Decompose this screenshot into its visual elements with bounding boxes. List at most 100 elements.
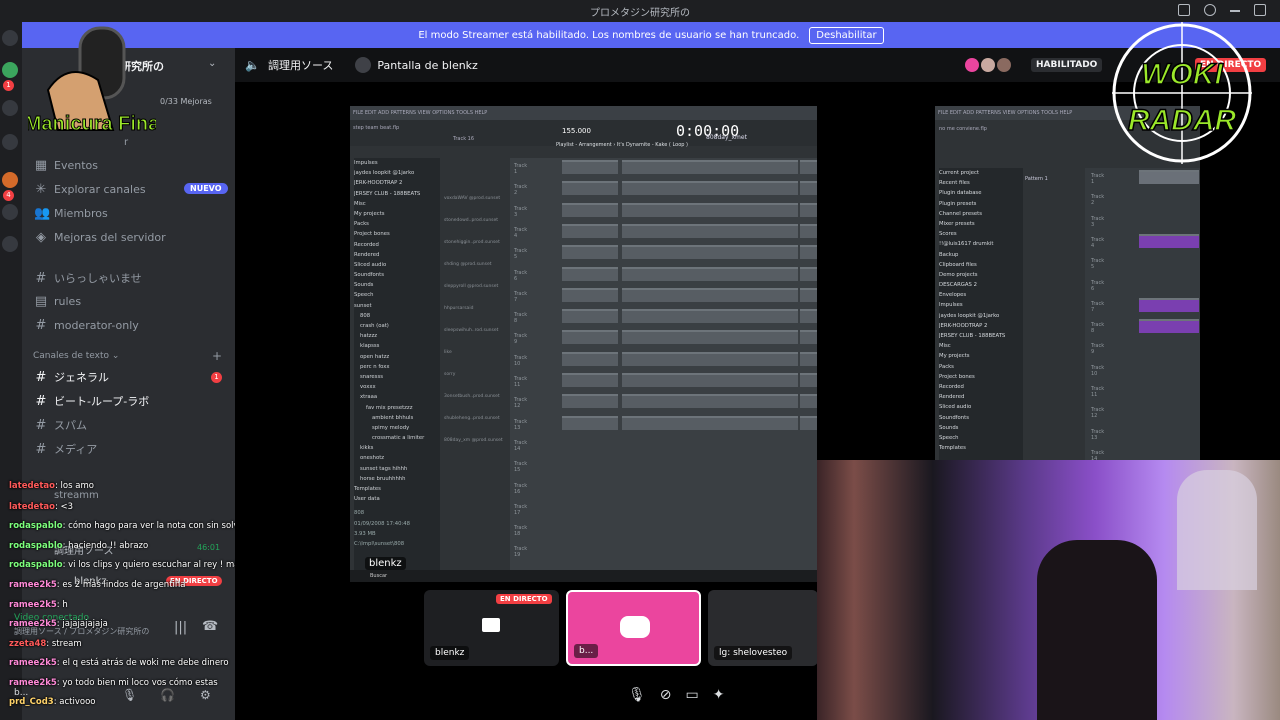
- pattern-clip[interactable]: [562, 330, 618, 345]
- category-text-channels[interactable]: Canales de texto ⌄: [33, 351, 119, 361]
- pattern-clip[interactable]: [800, 373, 817, 387]
- pattern-clip[interactable]: [800, 330, 817, 345]
- pattern-clip[interactable]: [622, 223, 798, 238]
- camera-tile[interactable]: lg: shelovesteo: [708, 590, 818, 666]
- audio-clip[interactable]: [1139, 170, 1199, 184]
- pattern-clip[interactable]: [562, 309, 618, 324]
- pattern-clip[interactable]: [800, 351, 817, 366]
- daw-window[interactable]: FILE EDIT ADD PATTERNS VIEW OPTIONS TOOL…: [350, 106, 817, 582]
- pattern-clip[interactable]: [622, 394, 798, 409]
- pattern-clip[interactable]: [800, 394, 817, 409]
- pattern-clip[interactable]: [622, 266, 798, 281]
- server-icon[interactable]: [2, 134, 18, 150]
- stream-avatar-icon: [355, 57, 372, 73]
- pattern-clip[interactable]: [800, 202, 817, 217]
- pattern-clip[interactable]: [562, 373, 618, 387]
- taskbar-search[interactable]: Buscar: [370, 573, 387, 579]
- channel-general[interactable]: # ジェネラル: [34, 369, 109, 385]
- sidebar-item-server-boosts[interactable]: ◈ Mejoras del servidor: [34, 230, 166, 245]
- stream-title[interactable]: Pantalla de blenkz: [377, 59, 477, 72]
- pattern-clip[interactable]: [622, 373, 798, 387]
- pattern-clip[interactable]: [562, 160, 618, 174]
- channel-rules[interactable]: ▤ rules: [34, 294, 81, 309]
- playlist-tracks[interactable]: Track 1 Track 2 Track 3 Track 4 Track 5 Track…: [1085, 168, 1200, 461]
- server-menu-chevron-icon[interactable]: ⌄: [208, 58, 216, 69]
- stream-tile[interactable]: EN DIRECTO blenkz: [424, 590, 559, 666]
- track-label: Track 10: [1091, 364, 1105, 377]
- pattern-clip[interactable]: [800, 415, 817, 430]
- audio-clip[interactable]: [1139, 233, 1199, 248]
- pattern-clip[interactable]: [622, 351, 798, 366]
- pattern-clip[interactable]: [562, 266, 618, 281]
- pattern-clip[interactable]: [800, 287, 817, 302]
- daw-menu-bar[interactable]: FILE EDIT ADD PATTERNS VIEW OPTIONS TOOL…: [350, 106, 817, 120]
- sidebar-item-browse-channels[interactable]: ✳ Explorar canales: [34, 182, 146, 197]
- pattern-clip[interactable]: [800, 309, 817, 324]
- channel-welcome[interactable]: # いらっしゃいませ: [34, 270, 142, 286]
- bpm-display[interactable]: 155.000: [562, 127, 591, 135]
- activities-icon[interactable]: ✦: [713, 687, 725, 703]
- pattern-clip[interactable]: [562, 287, 618, 302]
- pattern-clip[interactable]: [562, 415, 618, 430]
- pattern-selector[interactable]: 808day_xmet: [706, 134, 747, 141]
- pattern-clip[interactable]: [800, 245, 817, 260]
- track-label: Track 9: [1091, 343, 1105, 356]
- pattern-clip[interactable]: [562, 394, 618, 409]
- daw-browser[interactable]: Impulses jaydes loopkit @1jarko JERK-HOODT…: [354, 158, 440, 578]
- pattern-clip[interactable]: [800, 160, 817, 174]
- playlist-tracks[interactable]: Track 1 Track 2 Track 3 Track 4 Track 5 Track…: [510, 158, 817, 576]
- pattern-clip[interactable]: [800, 181, 817, 196]
- server-icon[interactable]: [2, 100, 18, 116]
- pattern-selector[interactable]: Pattern 1: [1025, 176, 1048, 182]
- pattern-clip[interactable]: [622, 245, 798, 260]
- share-screen-icon[interactable]: ▭: [686, 687, 699, 703]
- avatar[interactable]: [965, 58, 979, 72]
- pattern-clip[interactable]: [622, 202, 798, 217]
- minimize-button[interactable]: [1230, 10, 1240, 12]
- pattern-clip[interactable]: [800, 223, 817, 238]
- avatar[interactable]: [997, 58, 1011, 72]
- pattern-clip[interactable]: [622, 415, 798, 430]
- pattern-clip[interactable]: [622, 181, 798, 196]
- inbox-icon[interactable]: [1178, 4, 1190, 16]
- avatar[interactable]: [981, 58, 995, 72]
- pattern-clip[interactable]: [800, 266, 817, 281]
- logo-text: Manicura Fina: [28, 113, 156, 135]
- server-boost-progress[interactable]: 0/33 Mejoras: [160, 97, 212, 106]
- chat-line: ramee2k5: yo todo bien mi loco vos cómo …: [9, 678, 218, 688]
- camera-off-icon[interactable]: ⊘: [660, 687, 672, 703]
- pattern-clip[interactable]: [562, 351, 618, 366]
- pattern-clip[interactable]: [622, 309, 798, 324]
- pattern-clip[interactable]: [622, 287, 798, 302]
- daw-browser[interactable]: Current project Recent files Plugin databa…: [939, 168, 1023, 460]
- server-icon[interactable]: [2, 172, 18, 188]
- discord-tile[interactable]: b...: [566, 590, 701, 666]
- pattern-list[interactable]: voxdaWAV @prod.sunset stonedowd..prod.sun…: [444, 196, 506, 443]
- pattern-clip[interactable]: [562, 245, 618, 260]
- help-icon[interactable]: [1204, 4, 1216, 16]
- discord-logo-icon: [620, 616, 650, 638]
- server-icon[interactable]: [2, 204, 18, 220]
- pattern-clip[interactable]: [562, 181, 618, 196]
- server-icon[interactable]: [2, 30, 18, 46]
- channel-moderator-only[interactable]: # moderator-only: [34, 318, 139, 333]
- pattern-clip[interactable]: [562, 223, 618, 238]
- channel-beat-loop-lab[interactable]: # ビート-ループ-ラボ: [34, 393, 150, 409]
- banner-text: El modo Streamer está habilitado. Los no…: [418, 29, 800, 41]
- audio-clip[interactable]: [1139, 297, 1199, 312]
- audio-clip[interactable]: [1139, 319, 1199, 334]
- channel-media[interactable]: # メディア: [34, 441, 98, 457]
- voice-channel-title[interactable]: 調理用ソース: [268, 57, 333, 73]
- channel-spam[interactable]: # スパム: [34, 417, 87, 433]
- disable-streamer-button[interactable]: Deshabilitar: [809, 26, 884, 44]
- pattern-clip[interactable]: [622, 160, 798, 174]
- add-channel-icon[interactable]: +: [212, 349, 222, 363]
- sidebar-item-members[interactable]: 👥 Miembros: [34, 206, 108, 221]
- track-label: Track 1: [514, 163, 528, 175]
- server-icon[interactable]: [2, 236, 18, 252]
- server-icon[interactable]: [2, 62, 18, 78]
- pattern-clip[interactable]: [562, 202, 618, 217]
- maximize-button[interactable]: [1254, 4, 1266, 16]
- microphone-icon[interactable]: 🎙: [628, 687, 646, 703]
- pattern-clip[interactable]: [622, 330, 798, 345]
